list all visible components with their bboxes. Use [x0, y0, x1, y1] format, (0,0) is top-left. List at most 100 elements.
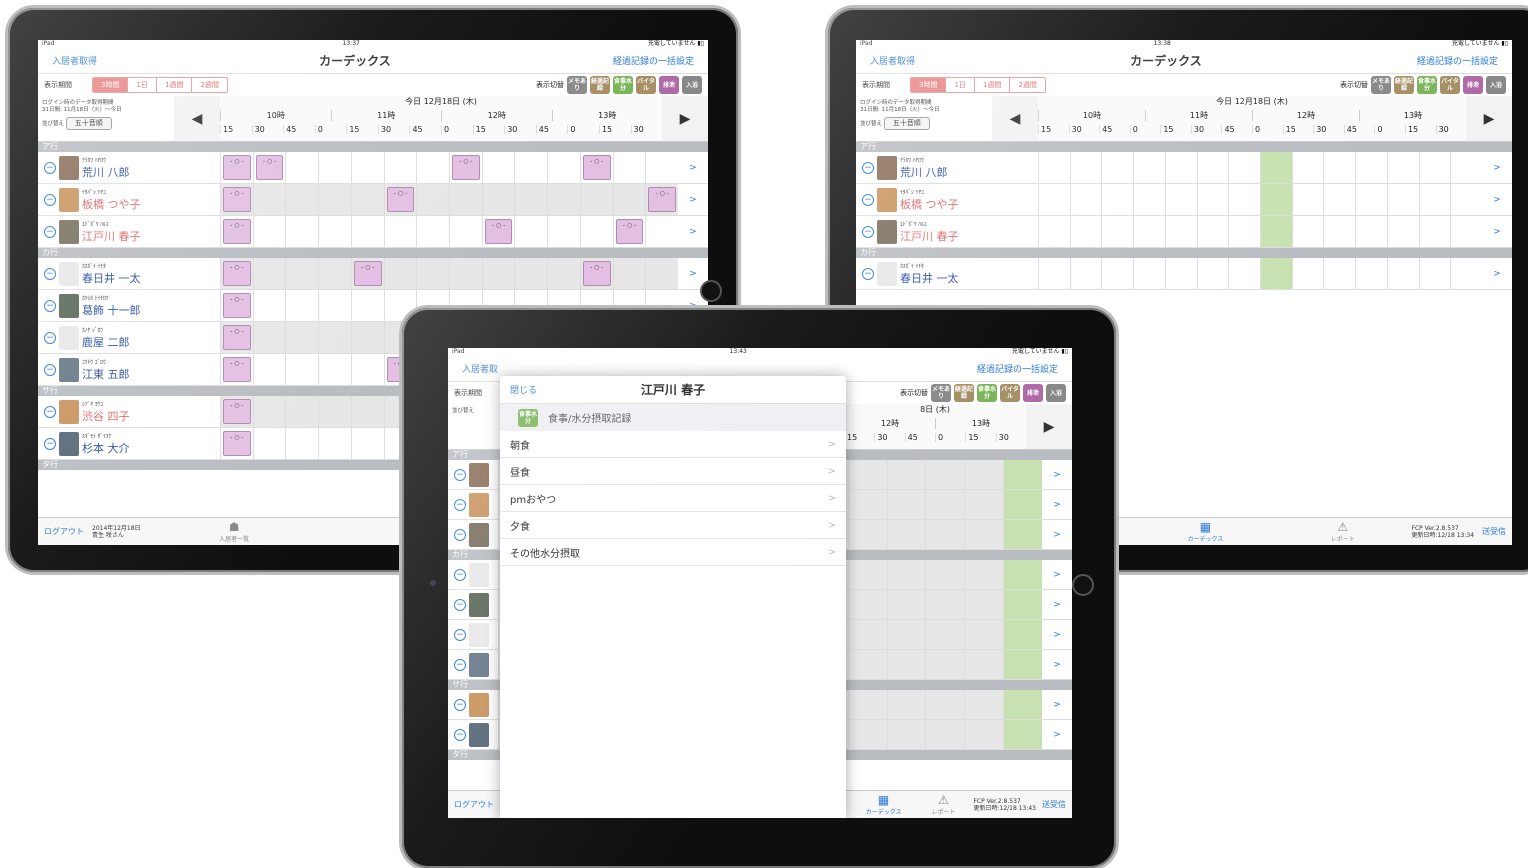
- row-chevron-icon[interactable]: >: [1042, 600, 1072, 610]
- resident-row[interactable]: − ｱﾗｶﾜ ﾊﾁﾛｳ 荒川 八郎 >: [856, 152, 1512, 184]
- timeline-cell[interactable]: [645, 152, 678, 183]
- period-option-1[interactable]: 1日: [945, 78, 973, 92]
- row-chevron-icon[interactable]: >: [1042, 630, 1072, 640]
- timeline-cell[interactable]: [285, 184, 319, 215]
- timeline-cell[interactable]: [1323, 258, 1355, 289]
- switch-button-2[interactable]: 食事水分: [977, 384, 997, 402]
- row-chevron-icon[interactable]: >: [1042, 730, 1072, 740]
- resident-name[interactable]: 江東 五郎: [82, 366, 130, 382]
- resident-name[interactable]: 板橋 つや子: [82, 196, 141, 212]
- timeline-cell[interactable]: [886, 620, 926, 649]
- timeline-cell[interactable]: [925, 590, 965, 619]
- timeline-cell[interactable]: - ○ -: [481, 216, 515, 247]
- switch-button-5[interactable]: 入浴: [1046, 384, 1066, 402]
- timeline-cell[interactable]: [1069, 152, 1102, 183]
- timeline-cell[interactable]: [1196, 152, 1229, 183]
- timeline-cell[interactable]: [1133, 184, 1165, 215]
- timeline-cell[interactable]: [1450, 152, 1482, 183]
- timeline-cell[interactable]: [481, 152, 515, 183]
- timeline-cell[interactable]: [252, 322, 286, 353]
- period-option-3[interactable]: 2週間: [191, 78, 226, 92]
- timeline-cell[interactable]: [886, 650, 926, 679]
- timeline-cell[interactable]: - ○ -: [220, 152, 253, 183]
- timeline-cell[interactable]: [1101, 184, 1133, 215]
- timeline-cell[interactable]: [925, 650, 965, 679]
- period-option-2[interactable]: 1週間: [973, 78, 1009, 92]
- timeline-cell[interactable]: [1196, 184, 1229, 215]
- timeline-cell[interactable]: [1228, 152, 1260, 183]
- close-button[interactable]: 閉じる: [510, 383, 537, 396]
- timeline-cell[interactable]: [350, 184, 384, 215]
- timeline-cell[interactable]: [1003, 720, 1043, 749]
- timeline-cell[interactable]: [547, 152, 580, 183]
- timeline-cell[interactable]: - ○ -: [220, 184, 253, 215]
- send-receive-button[interactable]: 送受信: [1482, 526, 1506, 537]
- period-option-0[interactable]: 3時間: [911, 78, 946, 92]
- timeline-cell[interactable]: - ○ -: [645, 184, 679, 215]
- record-marker[interactable]: - ○ -: [223, 399, 251, 424]
- timeline-cell[interactable]: [318, 184, 351, 215]
- row-chevron-icon[interactable]: >: [1482, 163, 1512, 173]
- timeline-cell[interactable]: [252, 396, 286, 427]
- timeline-cell[interactable]: [252, 258, 286, 289]
- expand-icon[interactable]: −: [454, 598, 466, 611]
- expand-icon[interactable]: −: [44, 331, 56, 344]
- timeline-cell[interactable]: [1291, 152, 1324, 183]
- expand-icon[interactable]: −: [454, 628, 466, 641]
- timeline-cell[interactable]: [514, 258, 548, 289]
- record-marker[interactable]: - ○ -: [582, 261, 611, 286]
- timeline-cell[interactable]: [847, 490, 887, 519]
- timeline-cell[interactable]: [1228, 258, 1260, 289]
- timeline-cell[interactable]: [514, 216, 547, 247]
- switch-button-0[interactable]: メモあり: [1371, 76, 1391, 94]
- resident-name[interactable]: 杉本 大介: [82, 440, 130, 456]
- row-chevron-icon[interactable]: >: [1042, 500, 1072, 510]
- record-marker[interactable]: - ○ -: [223, 325, 251, 350]
- timeline-cell[interactable]: [1164, 184, 1197, 215]
- expand-icon[interactable]: −: [862, 225, 874, 238]
- row-chevron-icon[interactable]: >: [1482, 269, 1512, 279]
- timeline-cell[interactable]: [416, 258, 450, 289]
- row-chevron-icon[interactable]: >: [1482, 227, 1512, 237]
- timeline-cell[interactable]: [1003, 520, 1043, 549]
- timeline-cell[interactable]: [1038, 184, 1070, 215]
- timeline-cell[interactable]: [547, 258, 580, 289]
- record-marker[interactable]: - ○ -: [223, 155, 251, 180]
- timeline-cell[interactable]: [847, 560, 887, 589]
- timeline-cell[interactable]: [1418, 184, 1451, 215]
- expand-icon[interactable]: −: [44, 193, 56, 206]
- expand-icon[interactable]: −: [862, 193, 874, 206]
- bulk-progress-settings-button[interactable]: 経過記録の一括設定: [977, 362, 1058, 375]
- timeline-cell[interactable]: [964, 720, 1004, 749]
- timeline-cell[interactable]: [1101, 152, 1133, 183]
- switch-button-1[interactable]: 経過記録: [954, 384, 974, 402]
- resident-name[interactable]: 江戸川 春子: [900, 228, 959, 244]
- timeline-cell[interactable]: [449, 184, 482, 215]
- timeline-cell[interactable]: - ○ -: [220, 322, 253, 353]
- expand-icon[interactable]: −: [862, 161, 874, 174]
- timeline-cell[interactable]: [350, 354, 384, 385]
- timeline-cell[interactable]: [964, 560, 1004, 589]
- timeline-cell[interactable]: - ○ -: [220, 354, 253, 385]
- bulk-progress-settings-button[interactable]: 経過記録の一括設定: [1417, 54, 1498, 67]
- timeline-cell[interactable]: [1228, 184, 1260, 215]
- resident-name[interactable]: 荒川 八郎: [82, 164, 130, 180]
- timeline-cell[interactable]: [350, 322, 384, 353]
- timeline-cell[interactable]: [886, 520, 926, 549]
- switch-button-5[interactable]: 入浴: [682, 76, 702, 94]
- timeline-cell[interactable]: [285, 152, 318, 183]
- expand-icon[interactable]: −: [44, 363, 56, 376]
- timeline-cell[interactable]: [645, 258, 679, 289]
- timeline-cell[interactable]: [847, 650, 887, 679]
- timeline-cell[interactable]: [252, 216, 286, 247]
- timeline-cell[interactable]: [925, 720, 965, 749]
- timeline-cell[interactable]: [1164, 216, 1197, 247]
- switch-button-5[interactable]: 入浴: [1486, 76, 1506, 94]
- timeline-cell[interactable]: [285, 396, 319, 427]
- expand-icon[interactable]: −: [454, 698, 466, 711]
- timeline-cell[interactable]: [964, 650, 1004, 679]
- timeline-cell[interactable]: [886, 720, 926, 749]
- meal-item-0[interactable]: 朝食 >: [500, 431, 846, 458]
- period-option-3[interactable]: 2週間: [1009, 78, 1044, 92]
- timeline-cell[interactable]: - ○ -: [220, 258, 253, 289]
